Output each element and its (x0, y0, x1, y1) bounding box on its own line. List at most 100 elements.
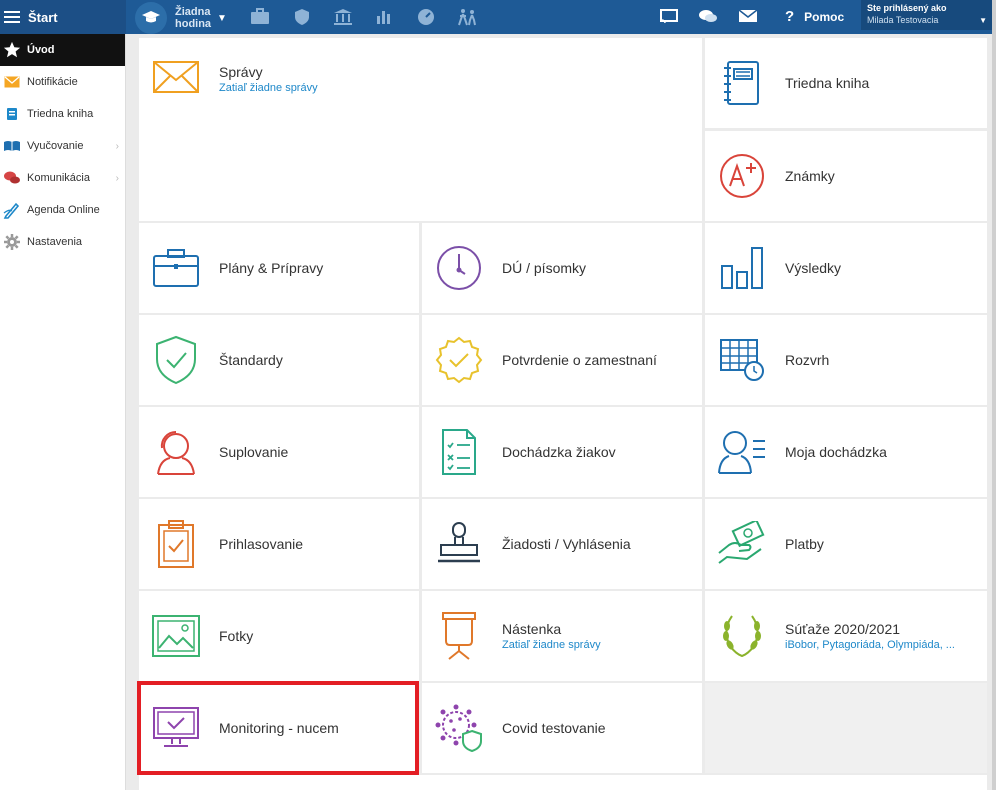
user-name: Milada Testovacia (867, 15, 939, 25)
institution-icon[interactable] (333, 8, 353, 31)
screen-share-icon[interactable] (660, 8, 678, 29)
top-bar: Štart Žiadna hodina ▼ ? Pomoc Ste prihlá… (0, 0, 996, 34)
tile-fotky[interactable]: Fotky (139, 591, 419, 681)
tile-rozvrh[interactable]: Rozvrh (705, 315, 987, 405)
bottom-tile-row (139, 775, 987, 790)
tile-name: Výsledky (785, 260, 842, 276)
chevron-down-icon: ▼ (979, 16, 987, 25)
tile-name: Správy (219, 64, 263, 80)
chevron-right-icon: › (115, 140, 119, 152)
seal-check-icon (434, 335, 484, 385)
question-icon: ? (785, 8, 795, 25)
sidebar-item-agenda-online[interactable]: Agenda Online (0, 194, 125, 226)
stamp-icon (434, 519, 484, 569)
tile-prihlasovanie[interactable]: Prihlasovanie (139, 499, 419, 589)
chevron-right-icon: › (115, 172, 119, 184)
hour-label: Žiadna hodina (175, 6, 212, 30)
tile-subtitle: Zatiaľ žiadne správy (502, 639, 601, 651)
photo-icon (151, 611, 201, 661)
tile-triedna-kniha[interactable]: Triedna kniha (705, 38, 987, 128)
tile-name: Nástenka (502, 621, 562, 637)
tile-sutaze[interactable]: Súťaže 2020/2021 iBobor, Pytagoriáda, Ol… (705, 591, 987, 681)
tile-subtitle: Zatiaľ žiadne správy (219, 82, 318, 94)
tile-name: Plány & Prípravy (219, 260, 324, 276)
sidebar-item-uvod[interactable]: Úvod (0, 34, 125, 66)
tile-name: Súťaže 2020/2021 (785, 621, 901, 637)
tile-name: Potvrdenie o zamestnaní (502, 352, 657, 368)
tile-subtitle: iBobor, Pytagoriáda, Olympiáda, ... (785, 639, 955, 651)
chat-bubbles-icon[interactable] (698, 8, 718, 29)
tile-moja-dochadzka[interactable]: Moja dochádzka (705, 407, 987, 497)
tile-du[interactable]: DÚ / písomky (422, 223, 702, 313)
highlight-box (137, 681, 419, 775)
tile-plany[interactable]: Plány & Prípravy (139, 223, 419, 313)
person-list-icon (717, 427, 767, 477)
sidebar-item-label: Úvod (27, 44, 55, 56)
tile-covid[interactable]: Covid testovanie (422, 683, 702, 773)
tile-nastenka[interactable]: Nástenka Zatiaľ žiadne správy (422, 591, 702, 681)
tile-name: Fotky (219, 628, 254, 644)
tile-dochadzka-ziakov[interactable]: Dochádzka žiakov (422, 407, 702, 497)
tile-standardy[interactable]: Štandardy (139, 315, 419, 405)
help-label: Pomoc (804, 9, 845, 24)
notebook-icon (717, 58, 767, 108)
sidebar-item-label: Nastavenia (27, 236, 83, 248)
help-button[interactable]: ? Pomoc (785, 8, 844, 25)
tile-name: Žiadosti / Vyhlásenia (502, 536, 631, 552)
sidebar-item-label: Vyučovanie (27, 140, 84, 152)
graduation-cap-icon (135, 2, 167, 34)
chevron-down-icon: ▼ (217, 12, 227, 24)
tile-znamky[interactable]: Známky (705, 131, 987, 221)
gauge-icon[interactable] (417, 8, 435, 31)
envelope-icon (151, 52, 201, 102)
tile-name: Rozvrh (785, 352, 830, 368)
envelope-icon[interactable] (738, 8, 758, 29)
bar-chart-icon[interactable] (375, 8, 393, 31)
user-caption: Ste prihlásený ako (867, 3, 947, 13)
briefcase-icon[interactable] (250, 8, 270, 31)
sidebar-item-vyucovanie[interactable]: Vyučovanie › (0, 130, 125, 162)
tile-spravy[interactable]: Správy Zatiaľ žiadne správy (139, 38, 702, 221)
sidebar-item-label: Triedna kniha (27, 108, 94, 120)
sidebar-item-komunikacia[interactable]: Komunikácia › (0, 162, 125, 194)
hour-selector[interactable]: Žiadna hodina ▼ (135, 2, 227, 34)
bar-chart-icon (717, 243, 767, 293)
tile-name: Platby (785, 536, 824, 552)
open-book-icon (3, 137, 21, 155)
sidebar-item-label: Agenda Online (27, 204, 100, 216)
tile-platby[interactable]: Platby (705, 499, 987, 589)
tile-ziadosti[interactable]: Žiadosti / Vyhlásenia (422, 499, 702, 589)
shield-icon[interactable] (293, 8, 311, 31)
sidebar-item-triedna-kniha[interactable]: Triedna kniha (0, 98, 125, 130)
tile-vysledky[interactable]: Výsledky (705, 223, 987, 313)
tile-name: Prihlasovanie (219, 536, 304, 552)
tile-name: Známky (785, 168, 835, 184)
gear-icon (3, 233, 21, 251)
shield-check-icon (151, 335, 201, 385)
window-edge (992, 0, 996, 790)
tile-suplovanie[interactable]: Suplovanie (139, 407, 419, 497)
person-swap-icon (151, 427, 201, 477)
sidebar: Úvod Notifikácie Triedna kniha Vyučovani… (0, 34, 126, 790)
star-icon (3, 41, 21, 59)
main-dashboard: Správy Zatiaľ žiadne správy Triedna knih… (126, 34, 992, 790)
hamburger-icon (4, 11, 20, 23)
tile-potvrdenie[interactable]: Potvrdenie o zamestnaní (422, 315, 702, 405)
tile-name: Suplovanie (219, 444, 289, 460)
tile-name: Štandardy (219, 352, 283, 368)
briefcase-icon (151, 243, 201, 293)
hand-money-icon (717, 519, 767, 569)
user-menu[interactable]: Ste prihlásený ako Milada Testovacia ▼ (861, 0, 992, 30)
sidebar-item-nastavenia[interactable]: Nastavenia (0, 226, 125, 258)
sidebar-item-notifikacie[interactable]: Notifikácie (0, 66, 125, 98)
sidebar-item-label: Komunikácia (27, 172, 90, 184)
walking-people-icon[interactable] (457, 8, 477, 31)
easel-icon (434, 611, 484, 661)
timetable-icon (717, 335, 767, 385)
sidebar-item-label: Notifikácie (27, 76, 78, 88)
envelope-icon (3, 73, 21, 91)
clipboard-check-icon (151, 519, 201, 569)
grade-a-plus-icon (717, 151, 767, 201)
tile-name: Covid testovanie (502, 720, 606, 736)
start-menu-button[interactable]: Štart (0, 0, 126, 34)
